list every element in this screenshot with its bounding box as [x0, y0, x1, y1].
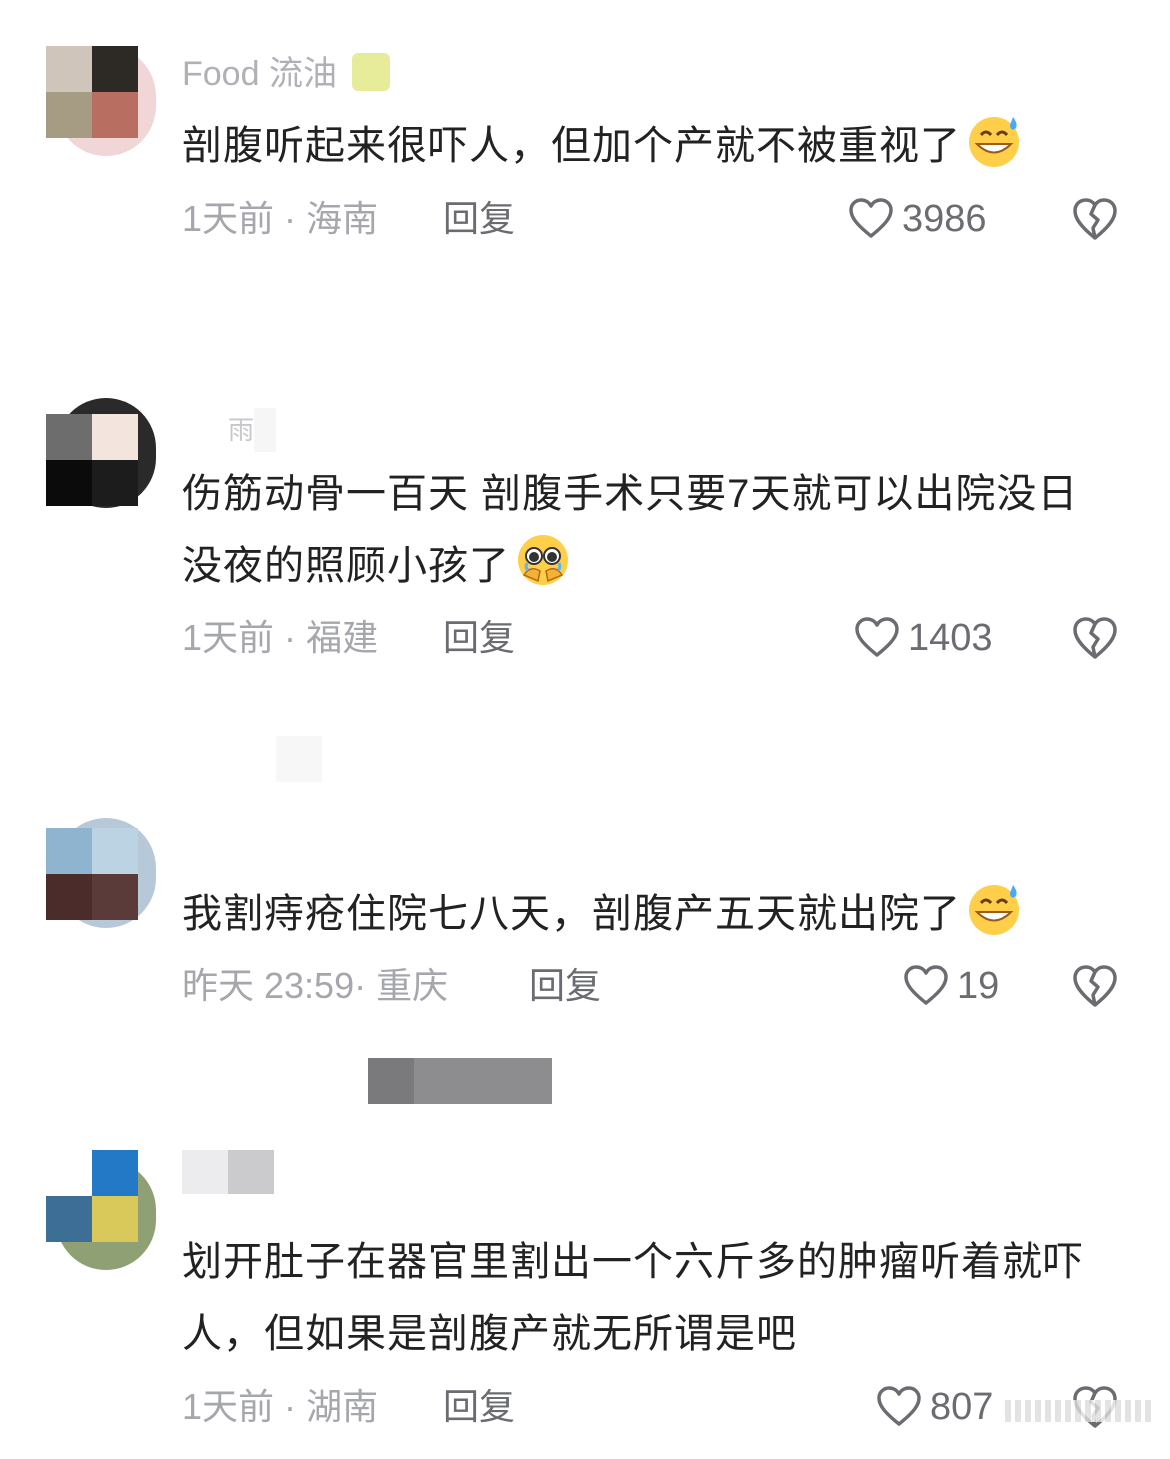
broken-heart-icon [1073, 617, 1117, 659]
comment-text: 划开肚子在器官里割出一个六斤多的肿瘤听着就吓人，但如果是剖腹产就无所谓是吧 [182, 1240, 1084, 1356]
avatar[interactable] [46, 398, 156, 508]
holding-back-tears-emoji [518, 535, 568, 585]
redaction-block [414, 1058, 552, 1104]
comment-meta: 1天前 · 湖南 [182, 1386, 379, 1427]
redaction-block [276, 736, 322, 782]
reply-button[interactable]: 回复 [529, 961, 601, 1011]
like-button[interactable]: 19 [903, 961, 999, 1011]
heart-outline-icon [855, 617, 899, 657]
watermark-bar [1005, 1400, 1155, 1422]
redaction-block [368, 1058, 414, 1104]
heart-outline-icon [849, 198, 893, 238]
reply-button[interactable]: 回复 [443, 194, 515, 244]
heart-outline-icon [877, 1386, 921, 1426]
avatar[interactable] [46, 46, 156, 156]
like-count: 807 [930, 1385, 994, 1428]
comment-text: 伤筋动骨一百天 剖腹手术只要7天就可以出院没日没夜的照顾小孩了 [182, 472, 1079, 588]
like-count: 1403 [908, 616, 993, 659]
reply-button[interactable]: 回复 [443, 613, 515, 663]
comment-meta: 1天前 · 福建 [182, 617, 379, 658]
heart-outline-icon [904, 965, 948, 1005]
dislike-button[interactable] [1072, 615, 1118, 661]
dislike-button[interactable] [1072, 963, 1118, 1009]
username[interactable]: Food 流油 [182, 52, 391, 96]
comment-text: 我割痔疮住院七八天，剖腹产五天就出院了 [182, 878, 1132, 950]
like-button[interactable]: 3986 [848, 194, 987, 244]
avocado-icon [352, 53, 391, 91]
like-button[interactable]: 807 [876, 1382, 993, 1432]
avatar[interactable] [46, 1150, 156, 1270]
comment-meta: 1天前 · 海南 [182, 198, 379, 239]
like-count: 3986 [902, 197, 987, 240]
comment-text: 剖腹听起来很吓人，但加个产就不被重视了 [182, 110, 1132, 182]
grinning-sweat-emoji [969, 885, 1019, 935]
like-button[interactable]: 1403 [854, 613, 993, 663]
comment-meta: 昨天 23:59· 重庆 [182, 965, 449, 1006]
grinning-sweat-emoji [969, 117, 1019, 167]
dislike-button[interactable] [1072, 196, 1118, 242]
broken-heart-icon [1073, 198, 1117, 240]
reply-button[interactable]: 回复 [443, 1382, 515, 1432]
like-count: 19 [957, 964, 1000, 1007]
broken-heart-icon [1073, 965, 1117, 1007]
avatar[interactable] [46, 818, 156, 928]
